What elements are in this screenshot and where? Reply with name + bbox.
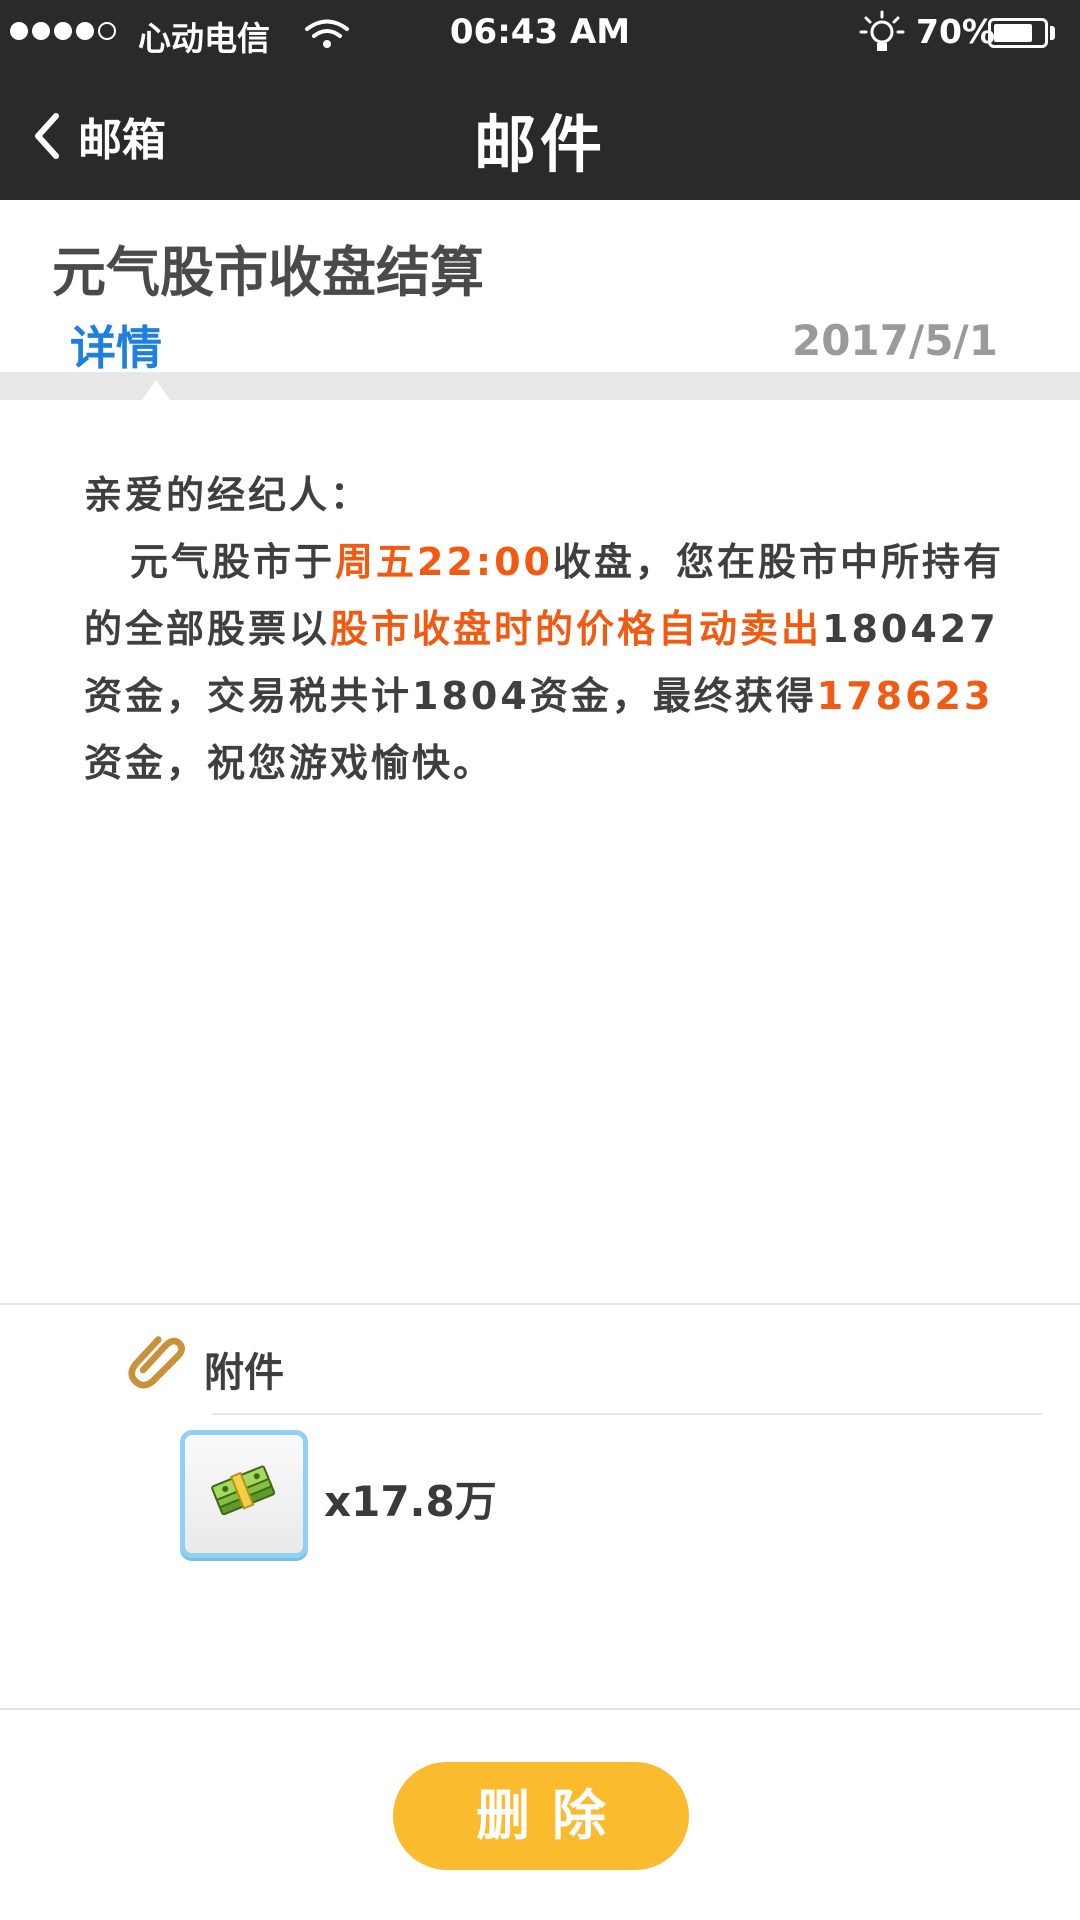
battery-tip bbox=[1050, 26, 1055, 40]
attachment-label: 附件 bbox=[204, 1350, 284, 1396]
battery-percent: 70% bbox=[916, 12, 995, 51]
attachment-item[interactable] bbox=[180, 1430, 308, 1558]
battery-fill bbox=[994, 24, 1032, 42]
mail-subject: 元气股市收盘结算 bbox=[52, 241, 484, 304]
navigation-bar: 邮箱 邮件 bbox=[0, 64, 1080, 200]
bulb-icon bbox=[859, 10, 905, 51]
highlight-sale: 股市收盘时的价格自动卖出 bbox=[330, 607, 823, 651]
page-title: 邮件 bbox=[473, 108, 606, 181]
battery-icon bbox=[988, 18, 1048, 48]
divider bbox=[212, 1413, 1042, 1415]
body-segment: 元气股市于 bbox=[130, 540, 336, 584]
tab-detail[interactable]: 详情 bbox=[70, 312, 162, 378]
top-bar: 心动电信 06:43 AM 70% 邮箱 邮件 bbox=[0, 0, 1080, 200]
body-segment: 资金，祝您游戏愉快。 bbox=[84, 741, 495, 785]
status-bar: 心动电信 06:43 AM 70% bbox=[0, 0, 1080, 64]
paperclip-icon bbox=[128, 1336, 185, 1389]
divider bbox=[0, 1708, 1080, 1710]
highlight-amount: 178623 bbox=[816, 674, 994, 718]
money-stack-icon bbox=[211, 1465, 276, 1516]
delete-button[interactable]: 删除 bbox=[393, 1762, 689, 1870]
divider bbox=[0, 1303, 1080, 1305]
mail-greeting: 亲爱的经纪人： bbox=[84, 473, 372, 517]
mail-date: 2017/5/1 bbox=[791, 316, 998, 365]
mail-body: 亲爱的经纪人： 元气股市于周五22:00收盘，您在股市中所持有的全部股票以股市收… bbox=[84, 462, 1014, 797]
attachment-quantity: x17.8万 bbox=[324, 1477, 497, 1526]
mail-paragraph: 元气股市于周五22:00收盘，您在股市中所持有的全部股票以股市收盘时的价格自动卖… bbox=[84, 529, 1014, 797]
highlight-time: 周五22:00 bbox=[335, 540, 553, 584]
tab-indicator bbox=[142, 380, 170, 400]
